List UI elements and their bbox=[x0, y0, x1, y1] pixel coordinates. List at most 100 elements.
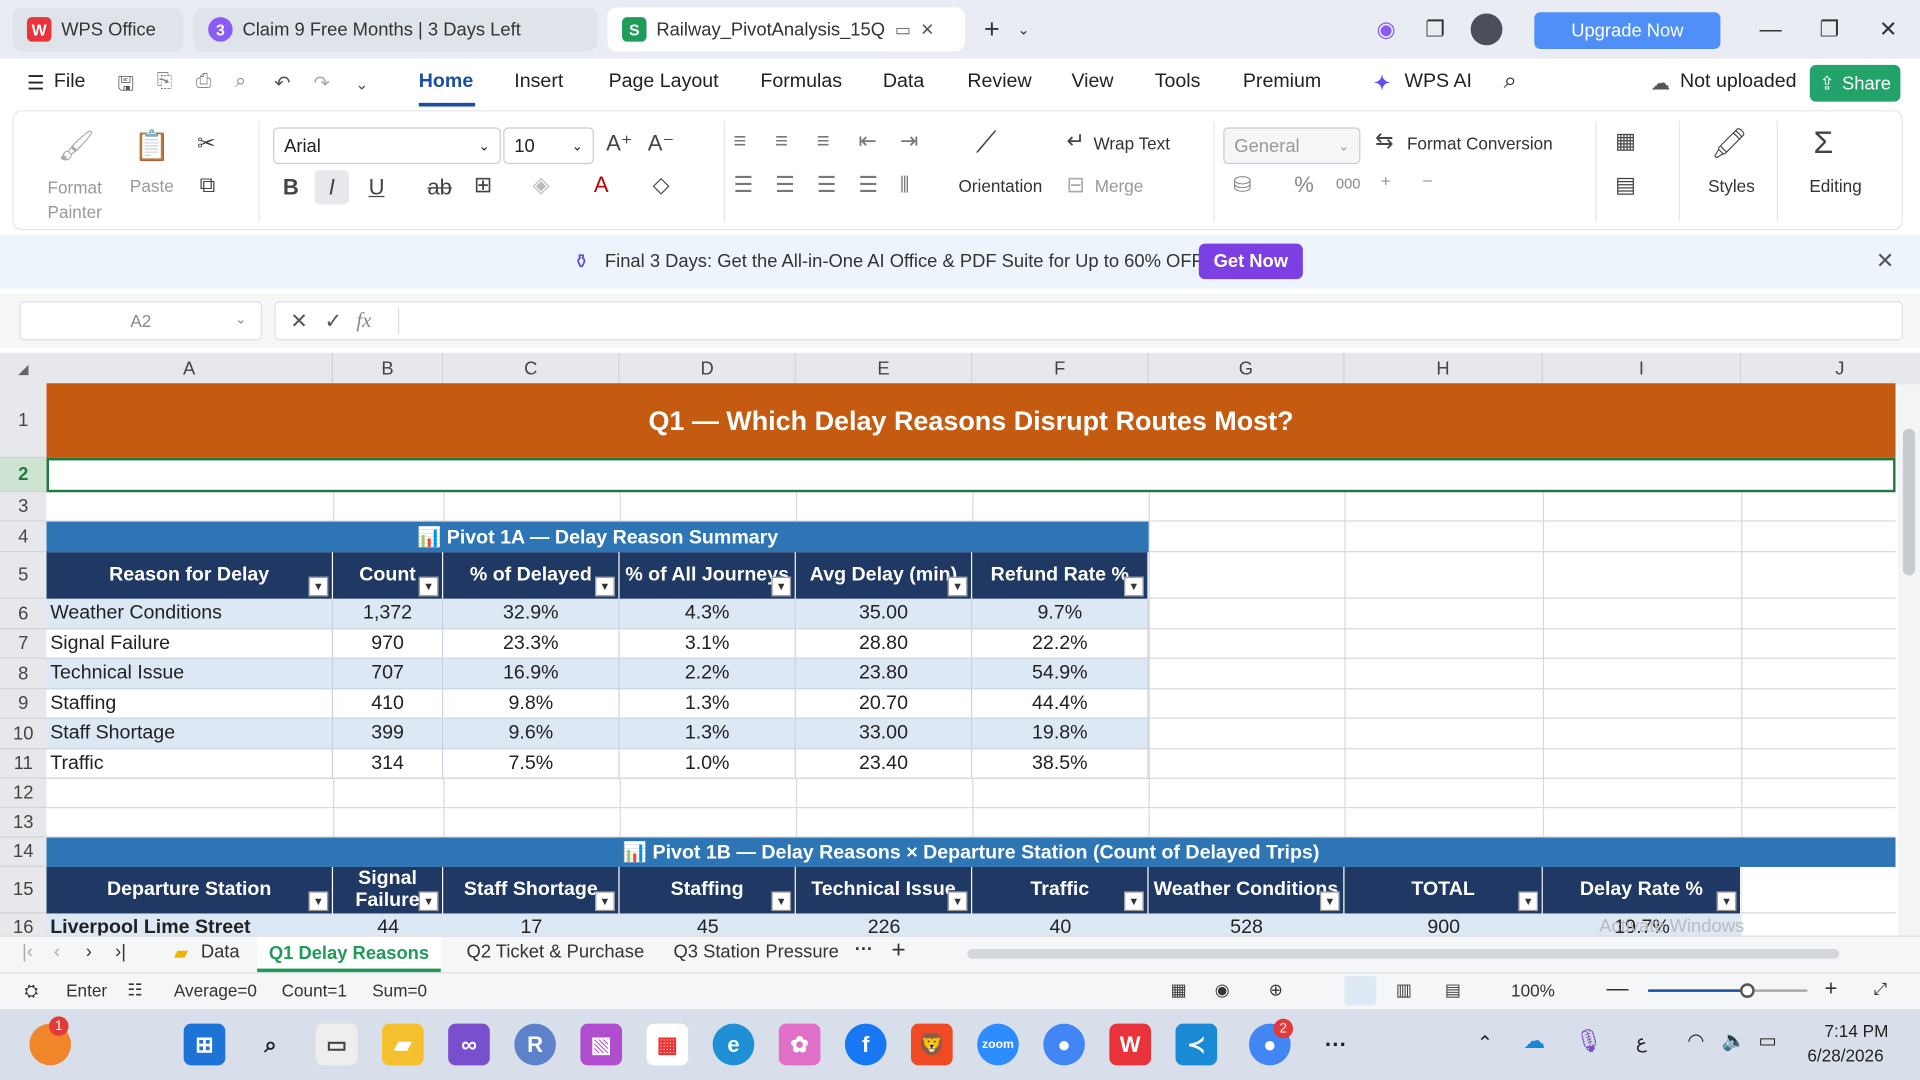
store-icon[interactable]: ▦ bbox=[646, 1023, 689, 1066]
add-sheet-icon[interactable]: + bbox=[891, 937, 905, 965]
menu-insert[interactable]: Insert bbox=[514, 71, 563, 93]
pivot-1b-cell[interactable]: 45 bbox=[619, 913, 796, 936]
first-sheet-icon[interactable]: |‹ bbox=[22, 942, 33, 963]
pivot-1a-cell[interactable]: Traffic bbox=[46, 749, 334, 779]
filter-dropdown-icon[interactable]: ▼ bbox=[1124, 576, 1144, 597]
row-header-14[interactable]: 14 bbox=[0, 837, 47, 867]
macro-icon[interactable]: ⛭ bbox=[24, 981, 38, 1002]
r-app-icon[interactable]: R bbox=[514, 1023, 556, 1066]
pivot-1b-header[interactable]: Weather Conditions bbox=[1148, 866, 1345, 914]
cancel-icon[interactable]: ✕ bbox=[290, 310, 307, 334]
zoom-slider[interactable] bbox=[1648, 983, 1808, 998]
confirm-icon[interactable]: ✓ bbox=[324, 310, 341, 334]
window-restore-icon[interactable]: ❐ bbox=[1411, 12, 1460, 46]
pivot-1a-header[interactable]: Reason for Delay bbox=[46, 552, 334, 599]
spreadsheet-grid[interactable]: ◢ ABCDEFGHIJ 1 2 3 4 5 6 7 8 9 10 11 12 13 14 15 16 Q1 … bbox=[0, 352, 1920, 936]
filter-dropdown-icon[interactable]: ▼ bbox=[1716, 891, 1737, 912]
pivot-1b-cell[interactable]: 226 bbox=[795, 913, 973, 936]
pivot-1a-cell[interactable]: 970 bbox=[333, 629, 444, 659]
pivot-1a-cell[interactable]: 1.3% bbox=[619, 689, 796, 719]
pivot-1b-header[interactable]: TOTAL bbox=[1344, 866, 1543, 914]
assistant-icon[interactable]: ◉ bbox=[1362, 12, 1411, 46]
pivot-1b-title[interactable]: 📊 Pivot 1B — Delay Reasons × Departure S… bbox=[46, 837, 1896, 867]
pivot-1a-cell[interactable]: 2.2% bbox=[619, 658, 796, 690]
column-header-h[interactable]: H bbox=[1344, 352, 1543, 385]
filter-dropdown-icon[interactable]: ▼ bbox=[595, 891, 615, 912]
number-format-select[interactable]: General ⌄ bbox=[1223, 127, 1361, 165]
orientation-label[interactable]: Orientation bbox=[944, 176, 1057, 196]
pivot-1a-cell[interactable]: 7.5% bbox=[443, 749, 620, 779]
save-icon[interactable]: 🖫 bbox=[118, 71, 135, 104]
row-header-2[interactable]: 2 bbox=[0, 457, 47, 493]
row-header-13[interactable]: 13 bbox=[0, 808, 47, 838]
pivot-1b-header[interactable]: Staff Shortage bbox=[443, 866, 620, 914]
brave-icon[interactable]: 🦁 bbox=[911, 1023, 953, 1066]
filter-dropdown-icon[interactable]: ▼ bbox=[771, 576, 792, 597]
onedrive-icon[interactable]: ☁ bbox=[1523, 1029, 1545, 1055]
format-conversion-label[interactable]: Format Conversion bbox=[1407, 133, 1553, 153]
currency-icon[interactable]: ⛁ bbox=[1233, 173, 1251, 199]
eye-icon[interactable]: ◉ bbox=[1215, 980, 1230, 1001]
pivot-1a-cell[interactable]: 22.2% bbox=[972, 629, 1149, 659]
next-sheet-icon[interactable]: › bbox=[86, 942, 92, 963]
sheet-tab-data[interactable]: Data bbox=[201, 942, 240, 963]
pivot-1a-cell[interactable]: Weather Conditions bbox=[46, 598, 334, 630]
selected-row-a2[interactable] bbox=[46, 457, 1896, 493]
align-top-icon[interactable]: ≡ bbox=[733, 129, 746, 155]
pivot-1a-cell[interactable]: 9.6% bbox=[443, 718, 620, 750]
pivot-1a-header[interactable]: Avg Delay (min) bbox=[795, 552, 973, 599]
split-view-icon[interactable]: ▥ bbox=[1396, 980, 1412, 1001]
menu-formulas[interactable]: Formulas bbox=[760, 71, 842, 93]
increase-decimal-icon[interactable]: ⁺ bbox=[1380, 173, 1392, 199]
filter-dropdown-icon[interactable]: ▼ bbox=[1124, 891, 1144, 912]
filter-dropdown-icon[interactable]: ▼ bbox=[1320, 891, 1340, 912]
thousands-icon[interactable]: 000 bbox=[1336, 175, 1361, 192]
column-header-a[interactable]: A bbox=[46, 352, 334, 385]
quick-access-dropdown-icon[interactable]: ⌄ bbox=[355, 75, 368, 95]
merge-label[interactable]: Merge bbox=[1095, 176, 1144, 196]
facebook-icon[interactable]: f bbox=[844, 1023, 887, 1066]
tray-chevron-icon[interactable]: ⌃ bbox=[1477, 1031, 1493, 1055]
print-icon[interactable]: ⎙ bbox=[196, 71, 212, 93]
row-header-9[interactable]: 9 bbox=[0, 689, 47, 719]
sheet-tab-q1[interactable]: Q1 Delay Reasons bbox=[257, 936, 441, 973]
avatar[interactable] bbox=[1462, 12, 1511, 46]
percent-icon[interactable]: % bbox=[1294, 173, 1314, 199]
chevron-down-icon[interactable]: ⌄ bbox=[235, 311, 246, 327]
menu-premium[interactable]: Premium bbox=[1243, 71, 1321, 93]
indent-decrease-icon[interactable]: ⇤ bbox=[858, 129, 876, 155]
filter-dropdown-icon[interactable]: ▼ bbox=[947, 891, 968, 912]
fill-color-icon[interactable]: ◈ bbox=[533, 173, 550, 199]
wifi-icon[interactable]: ◠ bbox=[1687, 1029, 1704, 1053]
row-header-11[interactable]: 11 bbox=[0, 749, 47, 779]
get-now-button[interactable]: Get Now bbox=[1198, 243, 1303, 280]
maximize-icon[interactable]: ❐ bbox=[1805, 12, 1854, 46]
pivot-1a-header[interactable]: Refund Rate % bbox=[972, 552, 1149, 599]
filter-dropdown-icon[interactable]: ▼ bbox=[1518, 891, 1538, 912]
horizontal-scrollbar[interactable] bbox=[967, 948, 1840, 959]
copilot-icon[interactable]: ✿ bbox=[778, 1023, 821, 1066]
align-middle-icon[interactable]: ≡ bbox=[775, 129, 788, 155]
pivot-1b-cell[interactable]: 528 bbox=[1148, 913, 1345, 936]
pivot-1a-cell[interactable]: 314 bbox=[333, 749, 444, 779]
align-bottom-icon[interactable]: ≡ bbox=[817, 129, 830, 155]
align-left-icon[interactable]: ☰ bbox=[733, 173, 753, 199]
pivot-1a-title[interactable]: 📊 Pivot 1A — Delay Reason Summary bbox=[46, 521, 1149, 553]
page-view-icon[interactable]: ▦ bbox=[1171, 980, 1187, 1001]
chrome-icon[interactable]: ● bbox=[1043, 1023, 1085, 1066]
fx-icon[interactable]: fx bbox=[356, 309, 371, 333]
scroll-thumb[interactable] bbox=[1902, 428, 1916, 576]
format-conversion-icon[interactable]: ⇆ bbox=[1375, 129, 1393, 155]
sheet-title-cell[interactable]: Q1 — Which Delay Reasons Disrupt Routes … bbox=[46, 383, 1896, 458]
wrap-text-icon[interactable]: ↵ bbox=[1067, 129, 1085, 155]
pivot-1a-cell[interactable]: 33.00 bbox=[795, 718, 973, 750]
select-all-corner[interactable]: ◢ bbox=[0, 352, 47, 385]
pivot-1a-cell[interactable]: 399 bbox=[333, 718, 444, 750]
filter-dropdown-icon[interactable]: ▼ bbox=[418, 576, 439, 597]
conditional-format-icon[interactable]: ▦ bbox=[1615, 129, 1636, 155]
window-mode-icon[interactable]: ▭ bbox=[895, 19, 911, 40]
italic-icon[interactable]: I bbox=[314, 170, 349, 205]
sheet-tab-q2[interactable]: Q2 Ticket & Purchase bbox=[467, 942, 645, 963]
pivot-1a-cell[interactable]: 23.40 bbox=[795, 749, 973, 779]
minimize-icon[interactable]: — bbox=[1746, 12, 1795, 46]
